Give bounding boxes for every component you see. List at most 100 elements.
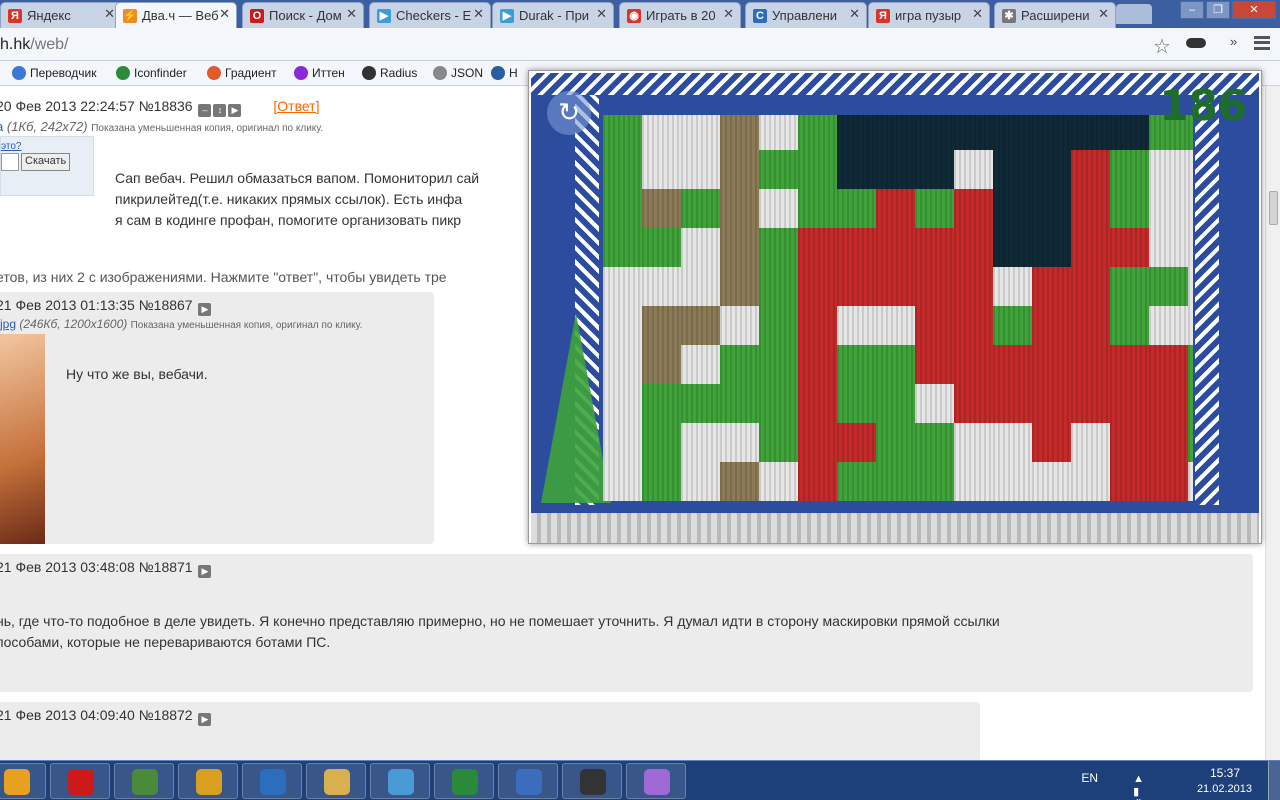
game-tile[interactable] bbox=[1149, 462, 1188, 501]
game-tile[interactable] bbox=[1071, 423, 1110, 462]
game-tile[interactable] bbox=[1188, 228, 1193, 267]
game-tile[interactable] bbox=[720, 189, 759, 228]
game-tile[interactable] bbox=[798, 228, 837, 267]
game-tile[interactable] bbox=[837, 423, 876, 462]
bookmark-star-icon[interactable]: ☆ bbox=[1153, 34, 1171, 59]
game-tile[interactable] bbox=[798, 189, 837, 228]
game-tile[interactable] bbox=[720, 345, 759, 384]
game-tile[interactable] bbox=[876, 115, 915, 150]
taskbar-app-button[interactable] bbox=[0, 763, 46, 799]
game-tile[interactable] bbox=[1149, 267, 1188, 306]
tab-1[interactable]: ⚡ Два.ч — Веб ✕ bbox=[115, 2, 237, 28]
file-link[interactable]: jpg bbox=[0, 317, 16, 331]
taskbar-app-button[interactable] bbox=[626, 763, 686, 799]
game-tile[interactable] bbox=[720, 423, 759, 462]
game-tile[interactable] bbox=[1188, 189, 1193, 228]
game-tile[interactable] bbox=[681, 115, 720, 150]
tab-7[interactable]: Яигра пузыр ✕ bbox=[868, 2, 990, 28]
tab-4[interactable]: ▶ Durak - При ✕ bbox=[492, 2, 614, 28]
language-indicator[interactable]: EN bbox=[1081, 771, 1098, 785]
game-tile[interactable] bbox=[1071, 462, 1110, 501]
game-tile[interactable] bbox=[681, 150, 720, 189]
game-tile[interactable] bbox=[876, 267, 915, 306]
game-tile[interactable] bbox=[1149, 423, 1188, 462]
game-tile[interactable] bbox=[603, 345, 642, 384]
game-tile[interactable] bbox=[798, 267, 837, 306]
game-tile[interactable] bbox=[1188, 423, 1193, 462]
game-tile[interactable] bbox=[1110, 115, 1149, 150]
game-tile[interactable] bbox=[798, 423, 837, 462]
game-tile[interactable] bbox=[759, 345, 798, 384]
game-tile[interactable] bbox=[681, 306, 720, 345]
rotate-icon[interactable]: ↻ bbox=[547, 91, 591, 135]
game-tile[interactable] bbox=[915, 267, 954, 306]
game-tile[interactable] bbox=[1110, 267, 1149, 306]
game-tile[interactable] bbox=[642, 189, 681, 228]
bookmark-item[interactable]: Iconfinder bbox=[116, 66, 187, 80]
game-tile[interactable] bbox=[993, 306, 1032, 345]
game-tile[interactable] bbox=[1149, 189, 1188, 228]
game-tile[interactable] bbox=[642, 228, 681, 267]
tab-close-icon[interactable]: ✕ bbox=[1098, 6, 1109, 22]
game-tile[interactable] bbox=[1071, 150, 1110, 189]
game-tile[interactable] bbox=[1149, 228, 1188, 267]
game-tile[interactable] bbox=[954, 384, 993, 423]
extensions-overflow-icon[interactable]: » bbox=[1230, 34, 1237, 49]
game-tile[interactable] bbox=[876, 306, 915, 345]
tab-2[interactable]: O Поиск - Дом ✕ bbox=[242, 2, 364, 28]
game-tile[interactable] bbox=[759, 384, 798, 423]
game-tile[interactable] bbox=[681, 423, 720, 462]
game-tile[interactable] bbox=[1032, 345, 1071, 384]
game-tile[interactable] bbox=[837, 150, 876, 189]
taskbar-app-button[interactable] bbox=[498, 763, 558, 799]
bookmark-item[interactable]: Градиент bbox=[207, 66, 277, 80]
game-tile[interactable] bbox=[915, 306, 954, 345]
bookmark-item[interactable]: JSON bbox=[433, 66, 483, 80]
game-tile[interactable] bbox=[954, 150, 993, 189]
play-icon[interactable]: ▶ bbox=[198, 565, 212, 578]
game-tile[interactable] bbox=[759, 150, 798, 189]
game-tile[interactable] bbox=[915, 115, 954, 150]
tab-close-icon[interactable]: ✕ bbox=[596, 6, 607, 22]
game-tile[interactable] bbox=[837, 384, 876, 423]
game-tile[interactable] bbox=[603, 115, 642, 150]
game-tile[interactable] bbox=[1032, 306, 1071, 345]
url-field[interactable]: h.hk/web/ bbox=[0, 36, 69, 54]
captcha-link[interactable]: это? bbox=[1, 141, 93, 152]
game-tile[interactable] bbox=[915, 228, 954, 267]
game-tile[interactable] bbox=[993, 345, 1032, 384]
taskbar-app-button[interactable] bbox=[370, 763, 430, 799]
game-tile[interactable] bbox=[915, 423, 954, 462]
download-button[interactable]: Скачать bbox=[21, 153, 71, 171]
game-tile[interactable] bbox=[993, 384, 1032, 423]
tab-close-icon[interactable]: ✕ bbox=[104, 6, 115, 22]
game-tile[interactable] bbox=[954, 462, 993, 501]
game-tile[interactable] bbox=[1032, 267, 1071, 306]
game-tile[interactable] bbox=[798, 115, 837, 150]
game-tile[interactable] bbox=[681, 384, 720, 423]
game-tile[interactable] bbox=[642, 267, 681, 306]
game-tile[interactable] bbox=[1188, 462, 1193, 501]
game-tile[interactable] bbox=[1071, 384, 1110, 423]
game-tile[interactable] bbox=[1071, 345, 1110, 384]
tab-close-icon[interactable]: ✕ bbox=[473, 6, 484, 22]
game-tile[interactable] bbox=[993, 462, 1032, 501]
game-tile[interactable] bbox=[1110, 462, 1149, 501]
clock-time[interactable]: 15:37 bbox=[1210, 766, 1240, 780]
incognito-icon[interactable] bbox=[1186, 38, 1206, 48]
minimize-icon[interactable]: – bbox=[1180, 1, 1204, 19]
game-tile[interactable] bbox=[954, 345, 993, 384]
game-tile[interactable] bbox=[1032, 423, 1071, 462]
game-tile[interactable] bbox=[720, 115, 759, 150]
show-desktop-button[interactable] bbox=[1268, 761, 1280, 800]
game-tile[interactable] bbox=[837, 267, 876, 306]
game-tile[interactable] bbox=[1071, 115, 1110, 150]
game-tile[interactable] bbox=[681, 228, 720, 267]
game-tile[interactable] bbox=[876, 423, 915, 462]
game-tile[interactable] bbox=[1110, 228, 1149, 267]
game-tile[interactable] bbox=[837, 306, 876, 345]
game-tile[interactable] bbox=[1071, 306, 1110, 345]
game-tile[interactable] bbox=[1032, 150, 1071, 189]
game-tile[interactable] bbox=[837, 345, 876, 384]
taskbar-app-button[interactable] bbox=[306, 763, 366, 799]
